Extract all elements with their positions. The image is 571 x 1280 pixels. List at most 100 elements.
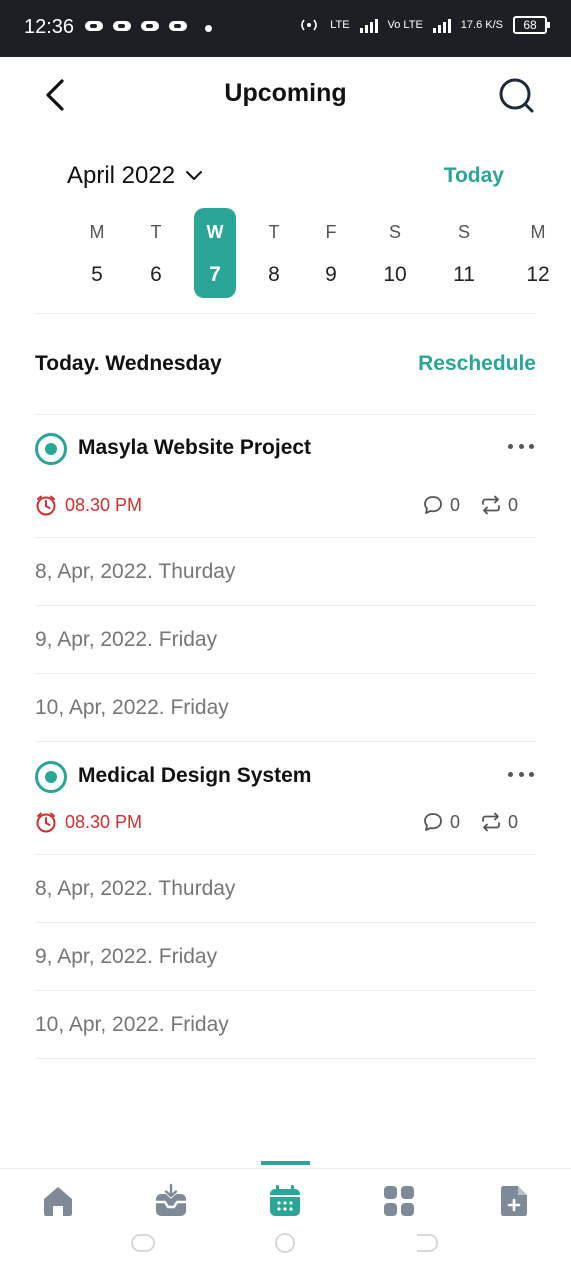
day-name: F	[325, 222, 337, 242]
repeat-icon	[482, 812, 500, 832]
repeat-count: 0	[507, 494, 518, 515]
day-date: 6	[150, 263, 162, 286]
back-system-button[interactable]	[414, 1232, 440, 1254]
comments-count: 0	[449, 811, 460, 832]
day-date: 12	[526, 263, 550, 286]
month-row: April 2022 Today	[0, 158, 571, 198]
network-speed: 17.6 K/S	[460, 19, 503, 31]
system-navigation	[0, 1232, 571, 1280]
month-label: April 2022	[67, 162, 176, 189]
section-header: Today. Wednesday Reschedule	[35, 348, 536, 380]
day-cell[interactable]: S 10	[373, 208, 417, 298]
more-options-button[interactable]	[508, 765, 534, 783]
day-name: S	[388, 222, 401, 242]
app-header: Upcoming	[0, 57, 571, 137]
search-button[interactable]	[494, 73, 538, 117]
notification-app-icon	[84, 19, 104, 34]
bottom-nav	[0, 1168, 571, 1232]
task-checkbox[interactable]	[35, 433, 67, 465]
date-row[interactable]: 10, Apr, 2022. Friday	[35, 991, 536, 1059]
day-name: T	[268, 222, 280, 242]
notification-app-icon	[112, 19, 132, 34]
hotspot-icon	[301, 19, 317, 31]
reschedule-button[interactable]: Reschedule	[418, 352, 536, 376]
task-checkbox[interactable]	[35, 761, 67, 793]
day-cell[interactable]: M 5	[75, 208, 119, 298]
battery-icon: 68	[513, 16, 550, 34]
signal-icon	[432, 17, 451, 33]
day-cell[interactable]: F 9	[309, 208, 353, 298]
task-item[interactable]: Masyla Website Project	[35, 433, 536, 467]
comments-counter[interactable]: 0	[422, 494, 460, 516]
home-circle-icon	[275, 1233, 295, 1253]
today-button[interactable]: Today	[444, 164, 504, 188]
task-time: 08.30 PM	[35, 494, 142, 516]
day-name: M	[89, 222, 105, 242]
task-counters: 0 0	[422, 494, 518, 516]
date-row[interactable]: 10, Apr, 2022. Friday	[35, 674, 536, 742]
task-counters: 0 0	[422, 811, 518, 833]
nav-inbox[interactable]	[153, 1183, 189, 1219]
day-name: W	[206, 222, 224, 242]
day-cell[interactable]: T 6	[134, 208, 178, 298]
more-options-button[interactable]	[508, 437, 534, 455]
new-document-icon	[501, 1186, 527, 1216]
inbox-icon	[156, 1183, 186, 1216]
repeat-count: 0	[507, 811, 518, 832]
day-name: S	[457, 222, 470, 242]
search-icon	[499, 78, 534, 113]
month-selector[interactable]: April 2022	[67, 162, 203, 190]
recent-apps-button[interactable]	[130, 1232, 156, 1254]
date-row[interactable]: 8, Apr, 2022. Thurday	[35, 855, 536, 923]
week-strip: M 5 T 6 W 7 T 8 F 9 S 10 S 11 M 12	[0, 208, 571, 300]
day-name: M	[530, 222, 546, 242]
task-item[interactable]: Medical Design System	[35, 761, 536, 795]
day-cell[interactable]: T 8	[252, 208, 296, 298]
comments-counter[interactable]: 0	[422, 811, 460, 833]
task-meta: 08.30 PM 0 0	[35, 494, 536, 522]
home-system-button[interactable]	[272, 1232, 298, 1254]
date-row[interactable]: 9, Apr, 2022. Friday	[35, 923, 536, 991]
alarm-clock-icon	[36, 495, 56, 516]
active-tab-indicator	[261, 1161, 310, 1165]
day-cell-selected[interactable]: W 7	[194, 208, 236, 298]
nav-new-document[interactable]	[496, 1183, 532, 1219]
status-indicators: LTE Vo LTE 17.6 K/S 68	[298, 16, 550, 34]
recent-apps-icon	[131, 1234, 155, 1252]
divider	[35, 313, 536, 314]
back-system-icon	[417, 1234, 438, 1252]
day-name: T	[150, 222, 162, 242]
date-row[interactable]: 8, Apr, 2022. Thurday	[35, 538, 536, 606]
alarm-clock-icon	[36, 812, 56, 833]
volte-label: Vo LTE	[387, 19, 423, 31]
task-title: Masyla Website Project	[78, 436, 312, 459]
repeat-icon	[482, 495, 500, 515]
status-bar: 12:36 LTE Vo LTE 17.6 K/S 68	[0, 0, 571, 57]
more-notifications-dot	[205, 25, 212, 32]
comments-count: 0	[449, 494, 460, 515]
page-title: Upcoming	[224, 79, 347, 107]
nav-calendar[interactable]	[267, 1183, 303, 1219]
notification-app-icon	[140, 19, 160, 34]
task-time: 08.30 PM	[35, 811, 142, 833]
calendar-icon	[270, 1185, 300, 1216]
day-date: 8	[268, 263, 280, 286]
comment-icon	[424, 813, 442, 831]
date-row[interactable]: 9, Apr, 2022. Friday	[35, 606, 536, 674]
section-title: Today. Wednesday	[35, 352, 222, 375]
day-date: 9	[325, 263, 337, 286]
nav-apps[interactable]	[381, 1183, 417, 1219]
chevron-down-icon	[186, 171, 203, 180]
divider	[35, 741, 536, 742]
day-date: 10	[383, 263, 407, 286]
home-icon	[44, 1187, 72, 1216]
day-date: 7	[209, 263, 221, 286]
day-cell[interactable]: S 11	[442, 208, 486, 298]
repeat-counter[interactable]: 0	[480, 811, 518, 833]
task-meta: 08.30 PM 0 0	[35, 811, 536, 839]
task-time-label: 08.30 PM	[65, 811, 143, 832]
day-cell[interactable]: M 12	[516, 208, 560, 298]
apps-grid-icon	[384, 1186, 414, 1216]
repeat-counter[interactable]: 0	[480, 494, 518, 516]
nav-home[interactable]	[40, 1183, 76, 1219]
